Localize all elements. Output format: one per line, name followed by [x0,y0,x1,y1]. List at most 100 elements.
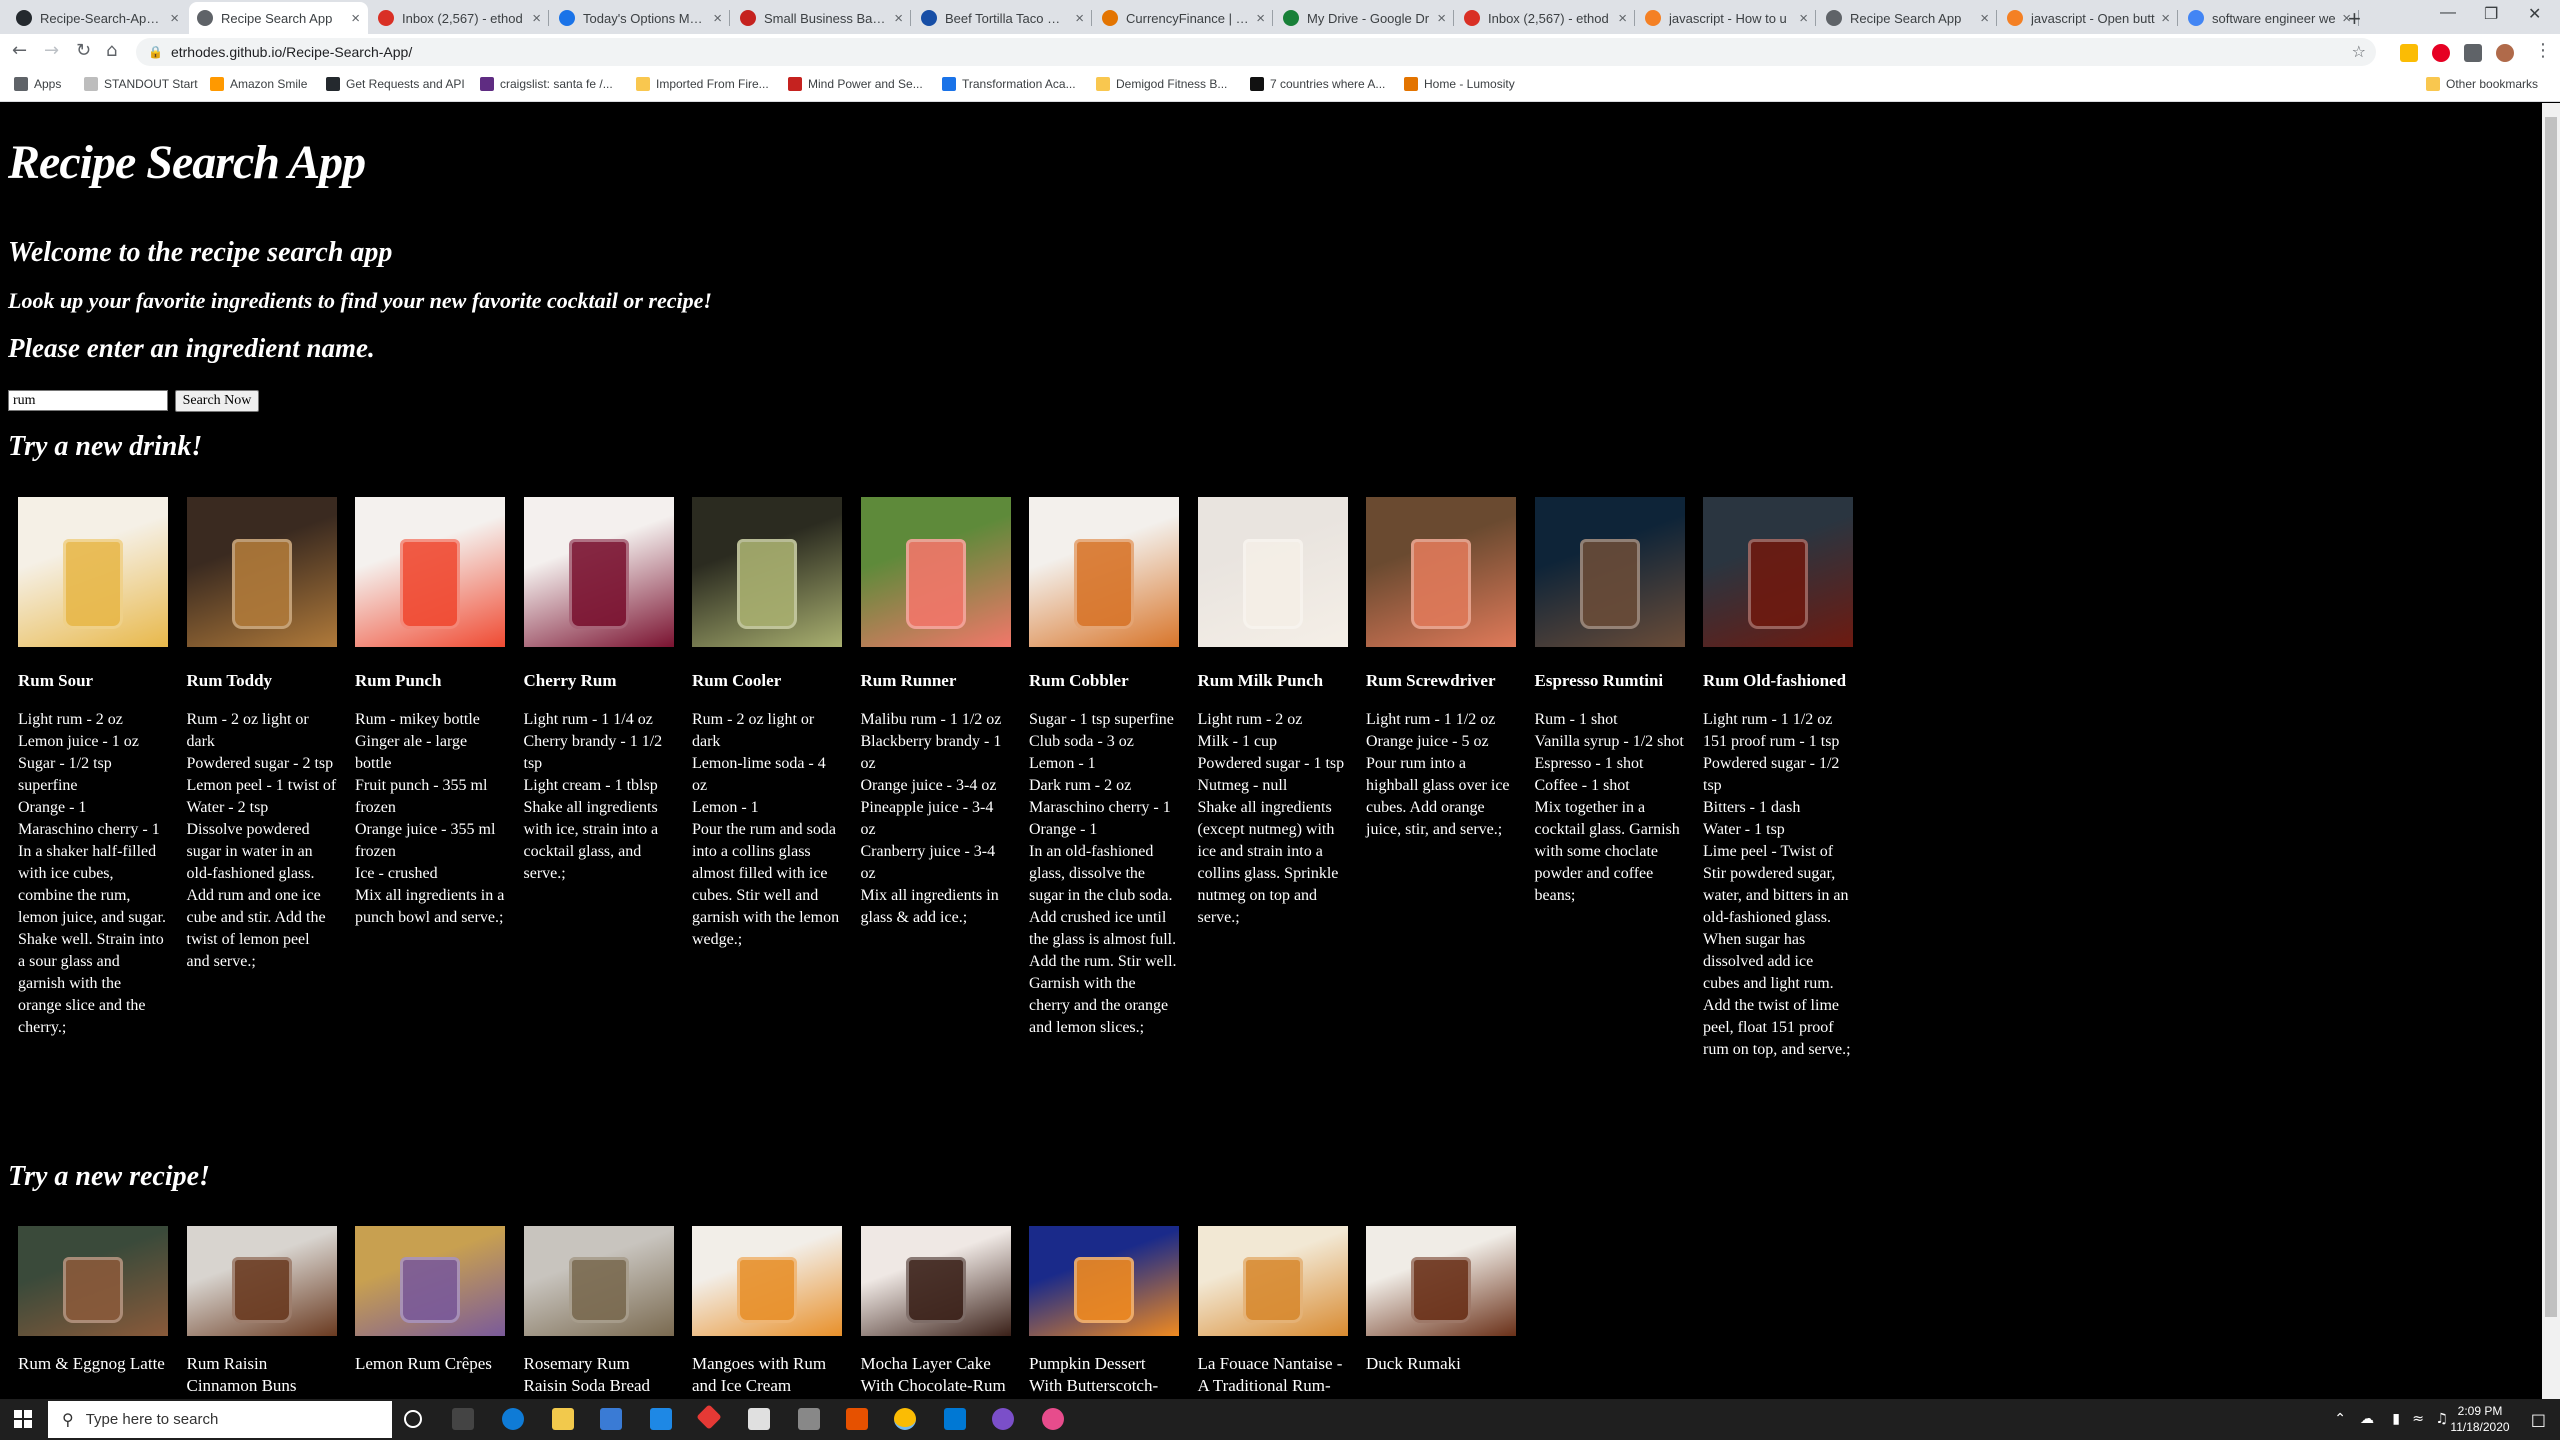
drink-image[interactable] [1029,497,1179,647]
battery-icon[interactable]: ▮ [2392,1411,2400,1427]
bookmark-star-icon[interactable]: ☆ [2352,42,2366,61]
tray-chevron-icon[interactable]: ⌃ [2334,1411,2346,1427]
browser-tab[interactable]: Recipe-Search-App/R × [8,2,187,34]
drink-image[interactable] [1197,497,1348,647]
recipe-card[interactable]: Lemon Rum Crêpes [355,1226,505,1373]
bookmark-item[interactable]: Apps [14,77,61,91]
browser-tab[interactable]: javascript - Open butt × [1999,2,2178,34]
drink-image[interactable] [18,497,168,647]
drink-image[interactable] [186,497,337,647]
home-icon[interactable]: ⌂ [106,40,117,61]
bookmark-item[interactable]: Amazon Smile [210,77,307,91]
tab-close-icon[interactable]: × [1799,10,1808,27]
bookmark-item[interactable]: Get Requests and API [326,77,465,91]
bookmark-item[interactable]: Home - Lumosity [1404,77,1515,91]
recipe-image[interactable] [355,1226,505,1336]
browser-tab[interactable]: Small Business Bankin × [732,2,911,34]
recipe-image[interactable] [1197,1226,1348,1336]
vscode-icon[interactable] [944,1408,966,1430]
wifi-icon[interactable]: ≈ [2412,1411,2424,1427]
drink-card[interactable]: Rum Milk Punch Light rum - 2 oz Milk - 1 … [1197,497,1348,926]
browser-tab[interactable]: Recipe Search App × [189,2,368,34]
recipe-card[interactable]: Mocha Layer Cake With Chocolate-Rum [860,1226,1011,1395]
other-bookmarks-folder[interactable]: Other bookmarks [2426,77,2538,91]
recipe-image[interactable] [523,1226,674,1336]
tab-close-icon[interactable]: × [713,10,722,27]
task-view-icon[interactable] [452,1408,474,1430]
store-icon[interactable] [600,1408,622,1430]
cortana-icon[interactable] [404,1410,422,1428]
recipe-card[interactable]: Mangoes with Rum and Ice Cream [692,1226,842,1395]
app-bolt-icon[interactable] [798,1408,820,1430]
browser-tab[interactable]: Today's Options Mark × [551,2,730,34]
tab-close-icon[interactable]: × [1256,10,1265,27]
page-scrollbar[interactable] [2542,103,2560,1399]
extension-icon[interactable] [2400,44,2418,62]
browser-tab[interactable]: Beef Tortilla Taco Cas × [913,2,1092,34]
notification-icon[interactable]: □ [2531,1410,2546,1429]
recipe-card[interactable]: Duck Rumaki [1366,1226,1516,1373]
menu-kebab-icon[interactable]: ⋮ [2534,40,2552,61]
chrome-icon[interactable] [894,1408,916,1430]
tab-close-icon[interactable]: × [2161,10,2170,27]
drink-image[interactable] [1534,497,1685,647]
profile-avatar[interactable] [2496,44,2514,62]
recipe-card[interactable]: Rosemary Rum Raisin Soda Bread [523,1226,674,1395]
close-window-button[interactable]: ✕ [2528,4,2541,24]
recipe-card[interactable]: Rum & Eggnog Latte [18,1226,168,1373]
forward-icon[interactable]: → [44,40,59,61]
drink-card[interactable]: Rum Old-fashioned Light rum - 1 1/2 oz 15… [1703,497,1853,1058]
tab-close-icon[interactable]: × [532,10,541,27]
tab-close-icon[interactable]: × [1437,10,1446,27]
mail-icon[interactable] [650,1408,672,1430]
system-clock[interactable]: 2:09 PM 11/18/2020 [2448,1403,2512,1435]
drink-image[interactable] [692,497,842,647]
drink-card[interactable]: Rum Toddy Rum - 2 oz light or dark Powder… [186,497,337,970]
volume-icon[interactable]: ♫ [2435,1411,2448,1427]
tab-close-icon[interactable]: × [894,10,903,27]
drink-image[interactable] [1703,497,1853,647]
browser-tab[interactable]: javascript - How to u × [1637,2,1816,34]
recipe-image[interactable] [860,1226,1011,1336]
tab-close-icon[interactable]: × [1980,10,1989,27]
drink-card[interactable]: Espresso Rumtini Rum - 1 shot Vanilla syr… [1534,497,1685,904]
address-bar[interactable]: 🔒 etrhodes.github.io/Recipe-Search-App/ … [136,38,2376,66]
browser-tab[interactable]: Inbox (2,567) - ethod × [1456,2,1635,34]
ingredient-search-input[interactable] [8,390,168,411]
recipe-image[interactable] [1366,1226,1516,1336]
browser-tab[interactable]: software engineer we × [2180,2,2359,34]
recipe-image[interactable] [1029,1226,1179,1336]
recipe-image[interactable] [692,1226,842,1336]
drink-image[interactable] [1366,497,1516,647]
office-icon[interactable] [846,1408,868,1430]
search-now-button[interactable]: Search Now [175,390,259,412]
maximize-button[interactable]: ❐ [2484,4,2498,24]
app-diamond-icon[interactable] [696,1404,722,1430]
dropbox-icon[interactable] [748,1408,770,1430]
bookmark-item[interactable]: Demigod Fitness B... [1096,77,1227,91]
reload-icon[interactable]: ↻ [76,40,91,61]
drink-image[interactable] [860,497,1011,647]
tab-close-icon[interactable]: × [170,10,179,27]
minimize-button[interactable]: — [2440,4,2456,22]
app-circle-icon[interactable] [992,1408,1014,1430]
recipe-card[interactable]: Pumpkin Dessert With Butterscotch- [1029,1226,1179,1395]
browser-tab[interactable]: Recipe Search App × [1818,2,1997,34]
drink-image[interactable] [523,497,674,647]
bookmark-item[interactable]: Transformation Aca... [942,77,1076,91]
tab-close-icon[interactable]: × [351,10,360,27]
taskbar-search-box[interactable]: ⚲ Type here to search [48,1401,392,1438]
browser-tab[interactable]: Inbox (2,567) - ethod × [370,2,549,34]
edge-icon[interactable] [502,1408,524,1430]
bookmark-item[interactable]: Mind Power and Se... [788,77,923,91]
drink-card[interactable]: Rum Screwdriver Light rum - 1 1/2 oz Oran… [1366,497,1516,838]
drink-card[interactable]: Rum Cobbler Sugar - 1 tsp superfine Club … [1029,497,1179,1036]
recipe-card[interactable]: La Fouace Nantaise - A Traditional Rum- [1197,1226,1348,1395]
drink-card[interactable]: Cherry Rum Light rum - 1 1/4 oz Cherry br… [523,497,674,882]
recipe-image[interactable] [186,1226,337,1336]
drink-card[interactable]: Rum Sour Light rum - 2 oz Lemon juice - 1… [18,497,168,1036]
drink-card[interactable]: Rum Punch Rum - mikey bottle Ginger ale -… [355,497,505,926]
tab-close-icon[interactable]: × [1618,10,1627,27]
drink-card[interactable]: Rum Runner Malibu rum - 1 1/2 oz Blackber… [860,497,1011,926]
back-icon[interactable]: ← [12,40,27,61]
